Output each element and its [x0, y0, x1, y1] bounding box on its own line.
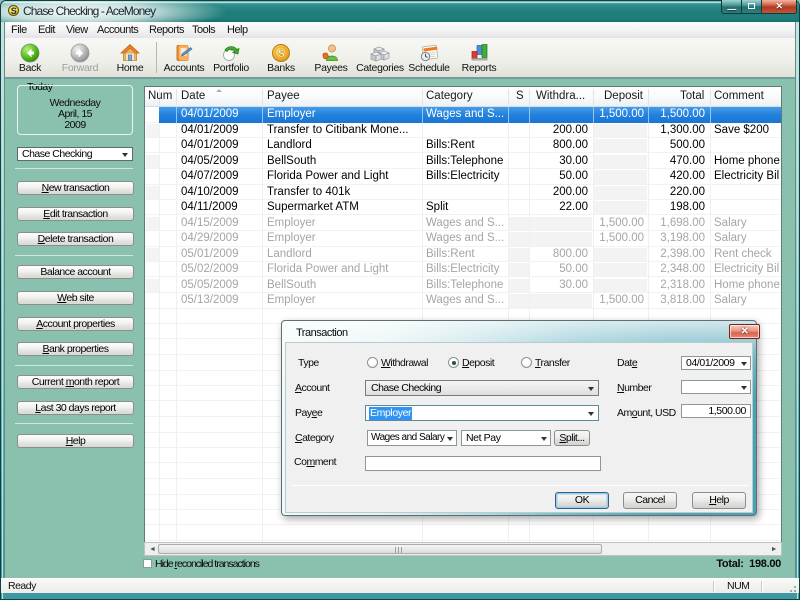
svg-text:$: $ [278, 48, 284, 60]
